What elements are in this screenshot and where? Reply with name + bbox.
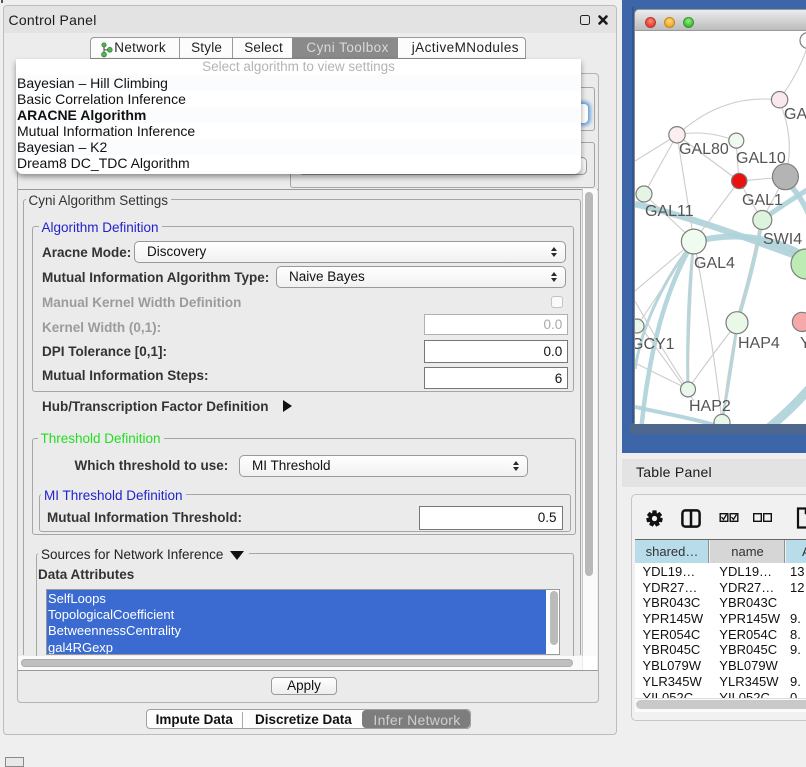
svg-text:GAL1: GAL1 (742, 192, 783, 209)
svg-text:HAP4: HAP4 (738, 335, 780, 352)
svg-text:Y: Y (800, 335, 806, 352)
svg-text:GAL4: GAL4 (694, 255, 735, 272)
svg-text:GAL80: GAL80 (679, 141, 729, 158)
svg-text:HAP2: HAP2 (689, 398, 731, 415)
svg-text:GAL2: GAL2 (784, 106, 806, 123)
svg-text:GAL11: GAL11 (645, 203, 694, 220)
svg-text:GAL10: GAL10 (736, 150, 786, 167)
svg-text:SWI4: SWI4 (763, 231, 802, 248)
svg-text:GCY1: GCY1 (635, 336, 675, 353)
